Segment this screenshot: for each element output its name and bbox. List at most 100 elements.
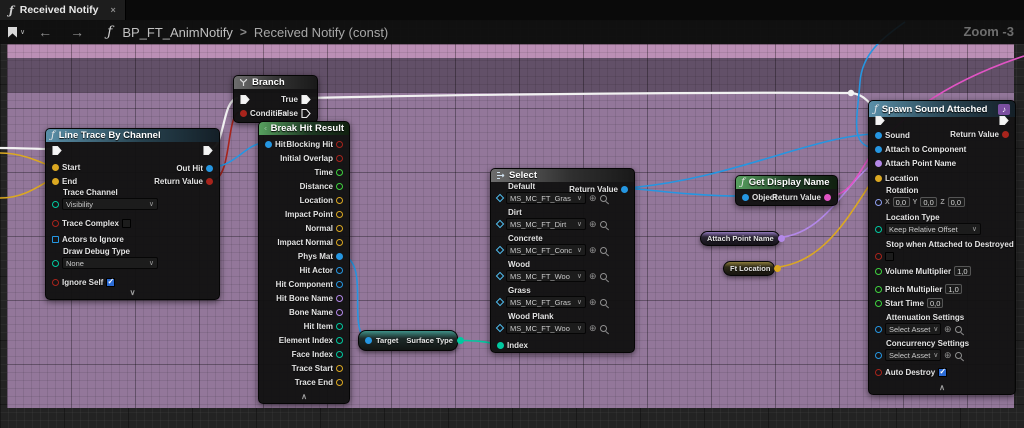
pin-return-value[interactable] bbox=[824, 194, 831, 201]
bookmark-dropdown-icon[interactable]: ∨ bbox=[20, 28, 25, 36]
ft-location-pill[interactable]: Ft Location bbox=[723, 261, 775, 276]
pin-object[interactable] bbox=[742, 194, 749, 201]
close-icon[interactable]: × bbox=[105, 5, 116, 15]
collapse-chevron-icon[interactable]: ∧ bbox=[869, 384, 1015, 392]
collapse-chevron-icon[interactable]: ∧ bbox=[259, 393, 349, 401]
asset-picker[interactable]: MS_MC_FT_Conc∨ bbox=[506, 244, 586, 256]
number-field[interactable]: 0,0 bbox=[893, 197, 910, 207]
bookmark-icon[interactable] bbox=[8, 27, 17, 38]
pin-return-value[interactable] bbox=[1002, 131, 1009, 138]
pin-face-index[interactable] bbox=[336, 351, 343, 358]
pin-impact-normal[interactable] bbox=[336, 239, 343, 246]
node-header[interactable]: Break Hit Result bbox=[259, 122, 349, 135]
attach-point-name-pill[interactable]: Attach Point Name bbox=[700, 231, 780, 246]
pin-trace-start[interactable] bbox=[336, 365, 343, 372]
pin-normal[interactable] bbox=[336, 225, 343, 232]
pin-value[interactable] bbox=[875, 352, 882, 359]
plus-icon[interactable]: ⊕ bbox=[944, 325, 952, 334]
pin-trace-complex[interactable] bbox=[52, 220, 59, 227]
asset-picker[interactable]: MS_MC_FT_Woo∨ bbox=[506, 270, 586, 282]
checkbox[interactable] bbox=[885, 252, 894, 261]
pin-sound[interactable] bbox=[875, 132, 882, 139]
pin-value[interactable] bbox=[496, 298, 504, 306]
asset-picker[interactable]: MS_MC_FT_Woo∨ bbox=[506, 322, 586, 334]
pin-impact-point[interactable] bbox=[336, 211, 343, 218]
number-field[interactable]: 0,0 bbox=[948, 197, 965, 207]
pin-hit-actor[interactable] bbox=[336, 267, 343, 274]
asset-picker[interactable]: MS_MC_FT_Gras∨ bbox=[506, 296, 586, 308]
get-surface-type-pill[interactable]: TargetSurface Type bbox=[358, 330, 458, 351]
pin-index[interactable] bbox=[497, 342, 504, 349]
exec-pin-icon[interactable] bbox=[875, 115, 885, 126]
pin-bone-name[interactable] bbox=[336, 309, 343, 316]
pin-hit[interactable] bbox=[265, 141, 272, 148]
target-pin[interactable] bbox=[365, 337, 372, 344]
pin-auto-destroy[interactable] bbox=[875, 369, 882, 376]
number-field[interactable]: 0,0 bbox=[920, 197, 937, 207]
pin-return-value[interactable] bbox=[206, 178, 213, 185]
pin-value[interactable] bbox=[52, 201, 59, 208]
pin-element-index[interactable] bbox=[336, 337, 343, 344]
asset-picker[interactable]: Select Asset∨ bbox=[885, 349, 941, 361]
pin-value[interactable] bbox=[875, 226, 882, 233]
exec-pin-icon[interactable] bbox=[301, 108, 311, 119]
pin-location[interactable] bbox=[336, 197, 343, 204]
plus-icon[interactable]: ⊕ bbox=[589, 272, 597, 281]
dropdown[interactable]: Visibility∨ bbox=[62, 198, 158, 210]
pin-value[interactable] bbox=[496, 220, 504, 228]
pin-value[interactable] bbox=[52, 260, 59, 267]
plus-icon[interactable]: ⊕ bbox=[589, 298, 597, 307]
node-spawn-sound-attached[interactable]: ƒSpawn Sound Attached♪SoundAttach to Com… bbox=[868, 100, 1016, 395]
search-icon[interactable] bbox=[600, 325, 607, 332]
node-header[interactable]: ƒSpawn Sound Attached♪ bbox=[869, 101, 1015, 117]
number-field[interactable]: 0,0 bbox=[927, 298, 943, 308]
search-icon[interactable] bbox=[600, 273, 607, 280]
pin-value[interactable] bbox=[496, 272, 504, 280]
pin-attach-point-name[interactable] bbox=[875, 160, 882, 167]
node-header[interactable]: Select bbox=[491, 169, 634, 182]
node-header[interactable]: ƒLine Trace By Channel bbox=[46, 129, 219, 142]
pin-hit-item[interactable] bbox=[336, 323, 343, 330]
tab-received-notify[interactable]: ƒ Received Notify × bbox=[0, 0, 126, 20]
plus-icon[interactable]: ⊕ bbox=[589, 324, 597, 333]
breadcrumb-root[interactable]: BP_FT_AnimNotify bbox=[122, 25, 233, 40]
node-line-trace-by-channel[interactable]: ƒLine Trace By ChannelStartEndTrace Chan… bbox=[45, 128, 220, 300]
number-field[interactable]: 1,0 bbox=[954, 266, 970, 276]
checkbox[interactable] bbox=[122, 219, 131, 228]
checkbox[interactable]: ✓ bbox=[106, 278, 115, 287]
pin-value[interactable] bbox=[875, 199, 882, 206]
node-header[interactable]: ƒGet Display Name bbox=[736, 176, 837, 189]
pin-location[interactable] bbox=[875, 175, 882, 182]
pin-start-time[interactable] bbox=[875, 300, 882, 307]
asset-picker[interactable]: MS_MC_FT_Dirt∨ bbox=[506, 218, 586, 230]
pin-time[interactable] bbox=[336, 169, 343, 176]
plus-icon[interactable]: ⊕ bbox=[944, 351, 952, 360]
pin-phys-mat[interactable] bbox=[336, 253, 343, 260]
pin-value[interactable] bbox=[496, 194, 504, 202]
pin-value[interactable] bbox=[496, 246, 504, 254]
graph-canvas[interactable]: ƒLine Trace By ChannelStartEndTrace Chan… bbox=[0, 20, 1024, 428]
pin-start[interactable] bbox=[52, 164, 59, 171]
exec-pin-icon[interactable] bbox=[203, 145, 213, 156]
exec-pin-icon[interactable] bbox=[301, 94, 311, 105]
dropdown[interactable]: None∨ bbox=[62, 257, 158, 269]
plus-icon[interactable]: ⊕ bbox=[589, 246, 597, 255]
search-icon[interactable] bbox=[600, 247, 607, 254]
surface-type-pin[interactable] bbox=[457, 337, 464, 344]
pin-pitch-multiplier[interactable] bbox=[875, 286, 882, 293]
pin-hit-component[interactable] bbox=[336, 281, 343, 288]
pill-output-pin[interactable] bbox=[778, 235, 785, 242]
pin-volume-multiplier[interactable] bbox=[875, 268, 882, 275]
exec-pin-icon[interactable] bbox=[999, 115, 1009, 126]
pin-attach-to-component[interactable] bbox=[875, 146, 882, 153]
node-header[interactable]: Branch bbox=[234, 76, 317, 89]
pin-blocking-hit[interactable] bbox=[336, 141, 343, 148]
node-branch[interactable]: BranchConditionTrueFalse bbox=[233, 75, 318, 123]
back-arrow-icon[interactable]: ← bbox=[38, 25, 52, 39]
node-break-hit-result[interactable]: Break Hit ResultHitBlocking HitInitial O… bbox=[258, 121, 350, 404]
dropdown[interactable]: Keep Relative Offset∨ bbox=[885, 223, 981, 235]
asset-picker[interactable]: Select Asset∨ bbox=[885, 323, 941, 335]
collapse-chevron-icon[interactable]: ∨ bbox=[46, 289, 219, 297]
breadcrumb-current[interactable]: Received Notify (const) bbox=[254, 25, 388, 40]
pin-ignore-self[interactable] bbox=[52, 279, 59, 286]
